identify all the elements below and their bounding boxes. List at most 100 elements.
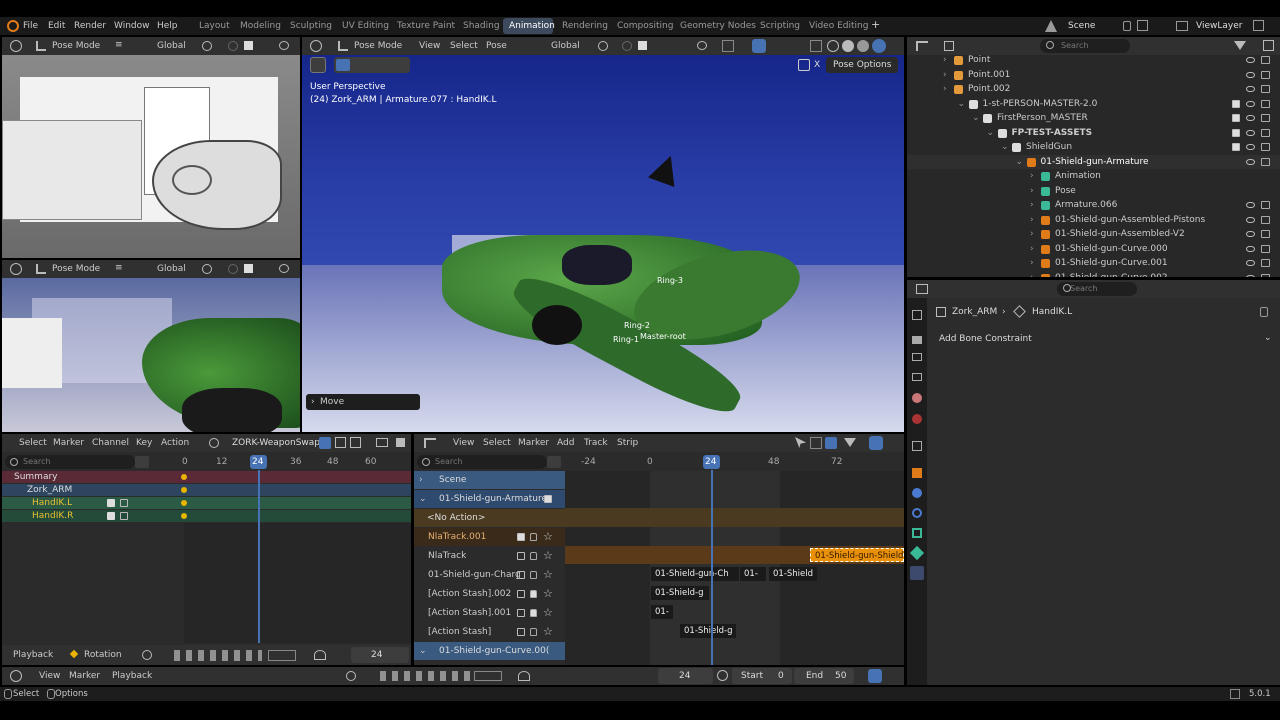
render-camera-icon[interactable] — [1261, 230, 1270, 238]
ds-menu-select[interactable]: Select — [19, 437, 47, 449]
wrench-icon[interactable] — [107, 512, 115, 520]
left-top-viewport[interactable]: Pose Mode ≡ Global — [2, 37, 300, 258]
track-mute-checkbox[interactable] — [517, 533, 525, 541]
lock-icon[interactable] — [530, 552, 537, 560]
nla-track[interactable]: NlaTrack ☆ — [414, 547, 565, 565]
new-collection-icon[interactable] — [1263, 40, 1274, 51]
render-camera-icon[interactable] — [1261, 56, 1270, 64]
visibility-icon[interactable] — [697, 41, 707, 50]
physics-tab-icon[interactable] — [912, 508, 922, 518]
expand-chevron-icon[interactable]: ⌄ — [1001, 141, 1009, 153]
expand-chevron-icon[interactable]: › — [1030, 199, 1034, 211]
expand-chevron-icon[interactable]: › — [943, 83, 947, 95]
tab-rendering[interactable]: Rendering — [562, 20, 608, 32]
orientation-dropdown[interactable]: Global — [157, 40, 186, 52]
render-camera-icon[interactable] — [1261, 259, 1270, 267]
render-camera-icon[interactable] — [1261, 128, 1270, 137]
outliner-row[interactable]: › Pose — [907, 184, 1280, 199]
nla-timeline-ruler[interactable]: -24 0 48 72 24 — [565, 454, 904, 470]
timeline-menu-playback[interactable]: Playback — [112, 670, 152, 682]
filter-icon[interactable] — [844, 438, 856, 447]
visibility-eye-icon[interactable] — [1246, 57, 1255, 63]
track-mute-checkbox[interactable] — [517, 628, 525, 636]
visibility-eye-icon[interactable] — [1246, 129, 1255, 136]
outliner-row[interactable]: ⌄ FP-TEST-ASSETS — [907, 126, 1280, 141]
keyframe-nav[interactable] — [268, 650, 296, 661]
visibility-eye-icon[interactable] — [1246, 86, 1255, 92]
outliner-row[interactable]: › Point — [907, 53, 1280, 68]
outliner-row[interactable]: › 01-Shield-gun-Curve.002 — [907, 271, 1280, 278]
left-bottom-viewport[interactable]: Pose Mode ≡ Global — [2, 260, 300, 432]
visibility-eye-icon[interactable] — [1246, 231, 1255, 237]
viewport-menu-pose[interactable]: Pose — [486, 40, 507, 52]
nla-menu-track[interactable]: Track — [584, 437, 608, 449]
ds-timeline-ruler[interactable]: 0 12 36 48 60 24 — [152, 454, 411, 470]
tab-texture-paint[interactable]: Texture Paint — [397, 20, 455, 32]
expand-chevron-icon[interactable]: › — [1030, 243, 1034, 255]
visibility-eye-icon[interactable] — [1246, 202, 1255, 208]
editor-type-icon[interactable] — [10, 263, 22, 275]
render-camera-icon[interactable] — [1261, 143, 1270, 151]
swap-icon[interactable] — [135, 456, 149, 468]
render-camera-icon[interactable] — [1261, 157, 1270, 166]
expand-chevron-icon[interactable]: › — [1030, 272, 1034, 278]
expand-chevron-icon[interactable]: ⌄ — [987, 127, 995, 139]
track-mute-checkbox[interactable] — [517, 609, 525, 617]
nla-current-frame[interactable]: 24 — [705, 456, 716, 468]
square-icon[interactable] — [244, 264, 253, 273]
viewport-mode-dropdown[interactable]: Pose Mode — [354, 40, 402, 52]
outliner-row[interactable]: › 01-Shield-gun-Assembled-V2 — [907, 227, 1280, 242]
render-camera-icon[interactable] — [1261, 70, 1270, 79]
auto-key-icon[interactable] — [314, 650, 326, 660]
lock-icon[interactable] — [530, 628, 537, 636]
output-tab-icon[interactable] — [912, 353, 922, 361]
expand-chevron-icon[interactable]: › — [1030, 185, 1034, 197]
record-icon[interactable] — [142, 650, 152, 660]
scene-tab-icon[interactable] — [912, 393, 922, 403]
menu-edit[interactable]: Edit — [48, 20, 65, 32]
expand-chevron-icon[interactable]: › — [419, 474, 423, 486]
nla-strip[interactable]: 01-Shield — [769, 567, 817, 581]
pivot-icon[interactable] — [202, 41, 212, 51]
expand-chevron-icon[interactable]: › — [943, 69, 947, 81]
nla-menu-strip[interactable]: Strip — [617, 437, 638, 449]
visibility-eye-icon[interactable] — [1246, 158, 1255, 165]
exclude-checkbox[interactable] — [1232, 143, 1240, 151]
nla-menu-view[interactable]: View — [453, 437, 474, 449]
ds-row-summary[interactable] — [2, 471, 411, 483]
track-mute-checkbox[interactable] — [517, 590, 525, 598]
track-mute-checkbox[interactable] — [517, 552, 525, 560]
menu-render[interactable]: Render — [74, 20, 106, 32]
render-camera-icon[interactable] — [1261, 99, 1270, 108]
timeline-type-icon[interactable] — [10, 670, 22, 682]
modifier-tab-icon[interactable] — [912, 488, 922, 498]
menu-help[interactable]: Help — [157, 20, 178, 32]
bone-tab-icon[interactable] — [909, 545, 925, 561]
solo-star-icon[interactable]: ☆ — [543, 626, 553, 638]
lock-icon[interactable] — [530, 571, 537, 579]
pose-options-dropdown[interactable]: Pose Options — [833, 59, 891, 71]
object-tab-icon[interactable] — [912, 468, 922, 478]
viewport-menu-select[interactable]: Select — [450, 40, 478, 52]
bone-constraint-tab-icon[interactable] — [910, 566, 924, 580]
filter-icon[interactable] — [1234, 41, 1246, 50]
nla-track[interactable]: <No Action> — [414, 509, 565, 527]
ds-checkbox[interactable] — [120, 499, 128, 507]
hamburger-icon[interactable]: ≡ — [115, 262, 123, 274]
shading-material-icon[interactable] — [857, 40, 869, 52]
properties-type-icon[interactable] — [916, 284, 928, 294]
editor-type-icon[interactable] — [10, 40, 22, 52]
ds-checkbox[interactable] — [120, 512, 128, 520]
outliner-type-icon[interactable] — [916, 41, 928, 51]
snap-icon[interactable] — [228, 41, 238, 51]
menu-file[interactable]: File — [23, 20, 38, 32]
wrench-icon[interactable] — [107, 499, 115, 507]
snap-icon[interactable] — [622, 41, 632, 51]
nla-strip-orange[interactable]: 01-Shield-gun-Shield — [810, 548, 904, 562]
expand-chevron-icon[interactable]: ⌄ — [958, 98, 966, 110]
render-camera-icon[interactable] — [1261, 201, 1270, 209]
visibility-eye-icon[interactable] — [1246, 144, 1255, 150]
snapping-icon[interactable] — [868, 669, 882, 683]
ds-current-frame[interactable]: 24 — [252, 456, 263, 468]
outliner-row[interactable]: ⌄ ShieldGun — [907, 140, 1280, 155]
